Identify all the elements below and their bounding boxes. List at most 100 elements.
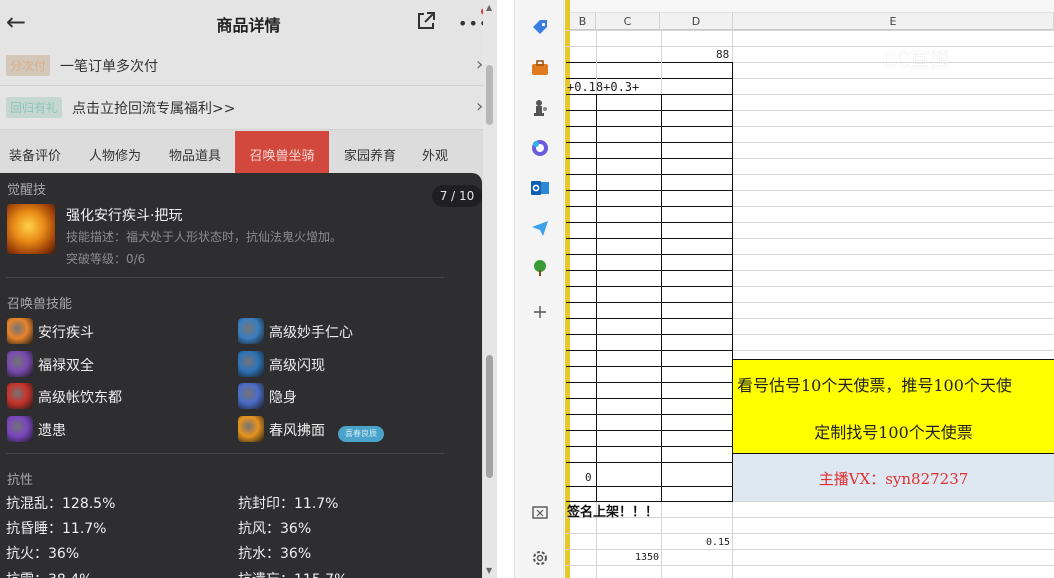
resist-value: 抗火：36% bbox=[6, 546, 80, 562]
chess-icon[interactable] bbox=[530, 98, 550, 118]
grid-line bbox=[661, 94, 662, 502]
cell-0-15[interactable]: 0.15 bbox=[706, 537, 730, 548]
tab-home[interactable]: 家园养育 bbox=[334, 131, 406, 173]
return-gift-row[interactable]: 回归有礼 点击立抢回流专属福利>> › bbox=[0, 86, 497, 130]
skill-icon[interactable] bbox=[7, 351, 33, 377]
grid-line bbox=[733, 302, 1054, 303]
resist-value: 抗水：36% bbox=[238, 546, 312, 562]
skill-icon[interactable] bbox=[238, 416, 264, 442]
grid-line bbox=[566, 318, 733, 319]
skill-name: 遗患 bbox=[38, 423, 66, 439]
grid-line bbox=[566, 382, 733, 383]
skill-icon[interactable] bbox=[238, 383, 264, 409]
resist-value: 抗封印：11.7% bbox=[238, 496, 339, 512]
installment-row[interactable]: 分次付 一笔订单多次付 › bbox=[0, 46, 497, 86]
scroll-up-icon[interactable]: ▲ bbox=[486, 3, 492, 12]
resist-value: 抗风：36% bbox=[238, 521, 312, 537]
promo-cell-3[interactable]: 主播VX：syn827237 bbox=[733, 454, 1054, 501]
column-header-e[interactable]: E bbox=[733, 13, 1054, 30]
promo-cell-1[interactable]: 看号估号10个天使票，推号100个天使 bbox=[733, 360, 1054, 405]
grid-line bbox=[733, 142, 1054, 143]
grid-line bbox=[733, 190, 1054, 191]
scroll-thumb-top[interactable] bbox=[486, 65, 493, 125]
grid-line bbox=[566, 334, 733, 335]
column-header-d[interactable]: D bbox=[660, 13, 733, 30]
pet-detail-popup: 觉醒技 7 / 10 强化安行疾斗·把玩 技能描述：福犬处于人形状态时，抗仙法鬼… bbox=[0, 173, 482, 578]
cell-d-value[interactable]: 88 bbox=[716, 48, 729, 61]
resist-value: 抗昏睡：11.7% bbox=[6, 521, 107, 537]
grid-line bbox=[566, 158, 733, 159]
grid-line bbox=[566, 254, 733, 255]
scroll-down-icon[interactable]: ▼ bbox=[486, 566, 492, 575]
grid-line bbox=[566, 486, 733, 487]
cell-formula-text[interactable]: +0.18+0.3+ bbox=[567, 80, 639, 94]
copilot-icon[interactable] bbox=[530, 138, 550, 158]
cell-1350[interactable]: 1350 bbox=[635, 552, 659, 563]
tree-icon[interactable] bbox=[530, 258, 550, 278]
column-header-b[interactable]: B bbox=[570, 13, 596, 30]
skill-icon[interactable] bbox=[7, 416, 33, 442]
skill-icon[interactable] bbox=[7, 383, 33, 409]
tab-equipment[interactable]: 装备评价 bbox=[0, 131, 70, 173]
send-icon[interactable] bbox=[530, 218, 550, 238]
resist-value: 抗遗忘：115.7% bbox=[238, 569, 347, 578]
grid-line bbox=[733, 222, 1054, 223]
scrollbar[interactable]: ▲ ▼ bbox=[483, 0, 497, 578]
awaken-skill-level: 突破等级：0/6 bbox=[66, 252, 146, 266]
grid-line bbox=[733, 78, 1054, 79]
grid-line bbox=[566, 46, 733, 47]
grid-line bbox=[566, 398, 733, 399]
grid-line bbox=[733, 270, 1054, 271]
grid-line bbox=[733, 254, 1054, 255]
tab-cultivation[interactable]: 人物修为 bbox=[78, 131, 152, 173]
return-gift-tag: 回归有礼 bbox=[6, 97, 63, 118]
tag-icon[interactable] bbox=[530, 18, 550, 38]
add-icon[interactable] bbox=[530, 302, 550, 322]
tab-pets-mounts[interactable]: 召唤兽坐骑 bbox=[235, 131, 329, 173]
grid-line bbox=[566, 430, 733, 431]
promo-text-2: 定制找号100个天使票 bbox=[814, 423, 973, 442]
grid-line bbox=[733, 517, 1054, 518]
resist-value: 抗雷：38.4% bbox=[6, 569, 92, 578]
grid-line bbox=[733, 549, 1054, 550]
grid-line bbox=[733, 30, 1054, 31]
skill-name: 高级妙手仁心 bbox=[269, 325, 353, 341]
outlook-icon[interactable] bbox=[530, 178, 550, 198]
briefcase-icon[interactable] bbox=[530, 58, 550, 78]
grid-line bbox=[566, 110, 733, 111]
skill-icon[interactable] bbox=[238, 351, 264, 377]
grid-line bbox=[566, 462, 733, 463]
skill-name: 高级帐饮东都 bbox=[38, 390, 122, 406]
installment-text: 一笔订单多次付 bbox=[60, 59, 158, 75]
divider bbox=[6, 277, 444, 278]
column-header-c[interactable]: C bbox=[596, 13, 660, 30]
grid-line bbox=[566, 142, 733, 143]
category-tabs: 装备评价 人物修为 物品道具 召唤兽坐骑 家园养育 外观 bbox=[0, 131, 497, 173]
notice-text[interactable]: 签名上架！！！ bbox=[567, 501, 658, 520]
grid-line bbox=[566, 533, 733, 534]
awaken-title: 觉醒技 bbox=[7, 183, 47, 198]
promo-cell-2[interactable]: 定制找号100个天使票 bbox=[733, 405, 1054, 453]
cell-zero[interactable]: 0 bbox=[585, 471, 592, 484]
skill-name: 高级闪现 bbox=[269, 358, 325, 374]
grid-line bbox=[733, 158, 1054, 159]
screenshot-icon[interactable] bbox=[530, 503, 550, 523]
tab-items[interactable]: 物品道具 bbox=[160, 131, 230, 173]
grid-line bbox=[596, 94, 597, 502]
tab-appearance[interactable]: 外观 bbox=[412, 131, 458, 173]
skill-icon[interactable] bbox=[7, 318, 33, 344]
share-icon[interactable] bbox=[415, 10, 437, 32]
grid-line bbox=[733, 94, 1054, 95]
grid-line bbox=[733, 206, 1054, 207]
grid-line bbox=[733, 110, 1054, 111]
formula-bar bbox=[570, 0, 1054, 13]
grid-line bbox=[566, 206, 733, 207]
grid-line bbox=[566, 446, 733, 447]
scroll-thumb[interactable] bbox=[486, 355, 493, 478]
awaken-skill-icon bbox=[7, 204, 55, 254]
grid-line bbox=[566, 174, 733, 175]
grid-line bbox=[566, 549, 733, 550]
skill-icon[interactable] bbox=[238, 318, 264, 344]
grid-line bbox=[566, 350, 733, 351]
settings-icon[interactable] bbox=[530, 548, 550, 568]
